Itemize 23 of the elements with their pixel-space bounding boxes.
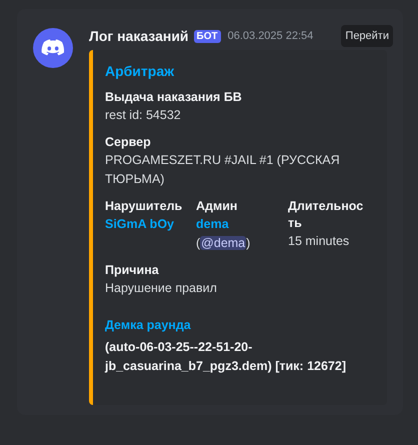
field-name: Длительность [288,198,364,232]
field-value: (auto-06-03-25--22-51-20-jb_casuarina_b7_pgz3.dem) [тик: 12672] [105,339,347,375]
field-value: 15 minutes [288,233,350,250]
field-name: Сервер [105,134,152,151]
embed-title: Арбитраж [105,63,176,79]
user-link[interactable]: dema [196,215,288,234]
jump-button[interactable]: Перейти [341,25,393,47]
author-name[interactable]: Лог наказаний [89,28,189,44]
field-name: Причина [105,262,160,279]
field-value: PROGAMESZET.RU #JAIL #1 (РУССКАЯ ТЮРЬМА) [105,152,341,188]
user-link[interactable]: SiGmA bOy [105,215,196,234]
field-name: Нарушитель [105,198,184,215]
field-name: Демка раунда [105,318,192,332]
paren: ( [196,236,200,250]
user-mention[interactable]: @dema [200,236,246,250]
bot-avatar-icon [33,28,73,68]
field-value: rest id: 54532 [105,107,182,124]
paren: ) [246,236,250,250]
timestamp: 06.03.2025 22:54 [228,30,314,42]
field-value: Нарушение правил [105,280,218,297]
field-name: Выдача наказания БВ [105,89,243,106]
field-name: Админ [196,198,238,215]
bot-badge: БОТ [194,30,221,42]
